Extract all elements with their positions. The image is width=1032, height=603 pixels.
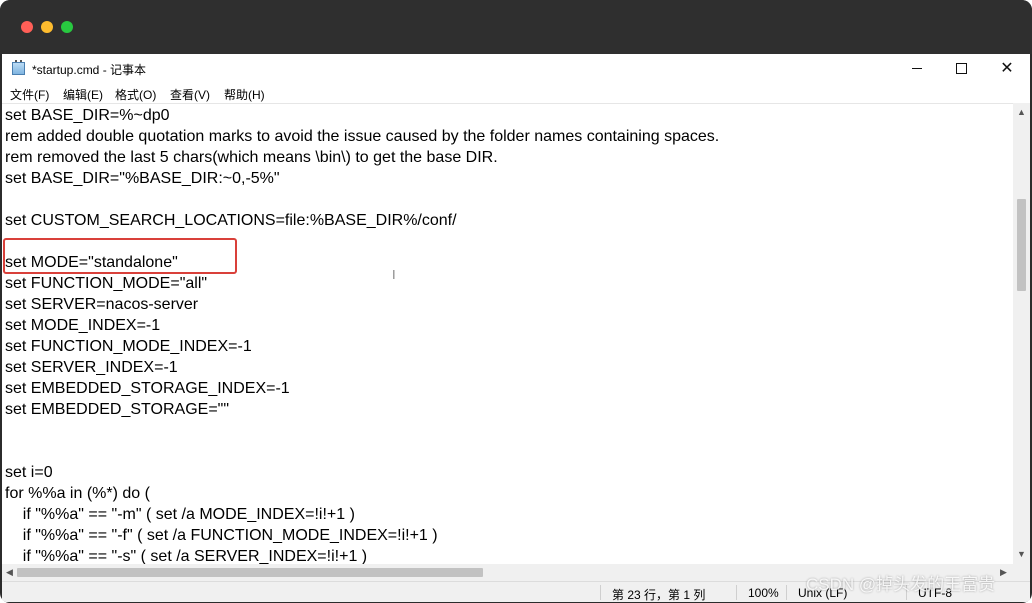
status-zoom: 100% — [748, 586, 779, 600]
code-line: set EMBEDDED_STORAGE_INDEX=-1 — [5, 380, 290, 397]
notepad-app-icon — [12, 60, 25, 75]
maximize-button[interactable] — [938, 54, 984, 83]
menu-bar: 文件(F) 编辑(E) 格式(O) 查看(V) 帮助(H) — [2, 83, 1030, 103]
notepad-window: *startup.cmd - 记事本 ✕ 文件(F) 编辑(E) 格式(O) 查… — [2, 54, 1030, 602]
code-line: set CUSTOM_SEARCH_LOCATIONS=file:%BASE_D… — [5, 212, 457, 229]
code-line: set FUNCTION_MODE_INDEX=-1 — [5, 338, 252, 355]
maximize-icon — [955, 63, 967, 74]
text-editor[interactable]: set BASE_DIR=%~dp0 rem added double quot… — [2, 103, 1013, 565]
menu-file[interactable]: 文件(F) — [10, 86, 49, 103]
scroll-right-icon[interactable]: ▶ — [1000, 567, 1007, 578]
code-line: set MODE_INDEX=-1 — [5, 317, 161, 334]
menu-help[interactable]: 帮助(H) — [224, 86, 265, 103]
code-line: set EMBEDDED_STORAGE="" — [5, 401, 230, 418]
minimize-button[interactable] — [894, 54, 940, 83]
code-line: if "%%a" == "-m" ( set /a MODE_INDEX=!i!… — [5, 506, 355, 523]
scroll-up-icon[interactable]: ▲ — [1017, 107, 1026, 117]
red-highlight-box — [3, 238, 237, 274]
code-line: set SERVER_INDEX=-1 — [5, 359, 178, 376]
code-line: if "%%a" == "-s" ( set /a SERVER_INDEX=!… — [5, 548, 368, 565]
window-title: *startup.cmd - 记事本 — [32, 63, 147, 77]
mac-zoom-button[interactable] — [61, 21, 73, 33]
code-line: if "%%a" == "-f" ( set /a FUNCTION_MODE_… — [5, 527, 438, 544]
code-line: set i=0 — [5, 464, 53, 481]
vertical-scrollbar[interactable]: ▲ ▼ — [1013, 103, 1030, 564]
mac-titlebar — [0, 0, 1032, 54]
minimize-icon — [912, 68, 922, 69]
csdn-watermark: CSDN @掉头发的王富贵 — [806, 575, 996, 594]
code-line: rem added double quotation marks to avoi… — [5, 128, 720, 145]
mac-close-button[interactable] — [21, 21, 33, 33]
scroll-down-icon[interactable]: ▼ — [1017, 549, 1026, 559]
status-divider — [786, 585, 787, 600]
window-titlebar: *startup.cmd - 记事本 ✕ — [2, 54, 1030, 83]
code-line: rem removed the last 5 chars(which means… — [5, 149, 498, 166]
code-line: for %%a in (%*) do ( — [5, 485, 150, 502]
scroll-left-icon[interactable]: ◀ — [6, 567, 13, 578]
i-beam-cursor-icon: I — [392, 267, 396, 282]
mac-window-frame: *startup.cmd - 记事本 ✕ 文件(F) 编辑(E) 格式(O) 查… — [0, 0, 1032, 603]
code-line: set BASE_DIR=%~dp0 — [5, 107, 170, 124]
code-line: set FUNCTION_MODE="all" — [5, 275, 208, 292]
status-divider — [736, 585, 737, 600]
menu-edit[interactable]: 编辑(E) — [63, 86, 103, 103]
status-position: 第 23 行，第 1 列 — [612, 588, 706, 602]
horizontal-scroll-thumb[interactable] — [17, 568, 483, 577]
status-divider — [600, 585, 601, 600]
code-line: set BASE_DIR="%BASE_DIR:~0,-5%" — [5, 170, 280, 187]
menu-view[interactable]: 查看(V) — [170, 86, 210, 103]
close-icon: ✕ — [1000, 59, 1014, 77]
code-line: set SERVER=nacos-server — [5, 296, 199, 313]
scroll-corner — [1013, 564, 1030, 581]
menu-format[interactable]: 格式(O) — [115, 86, 156, 103]
vertical-scroll-thumb[interactable] — [1017, 199, 1026, 291]
mac-minimize-button[interactable] — [41, 21, 53, 33]
close-button[interactable]: ✕ — [984, 54, 1030, 83]
